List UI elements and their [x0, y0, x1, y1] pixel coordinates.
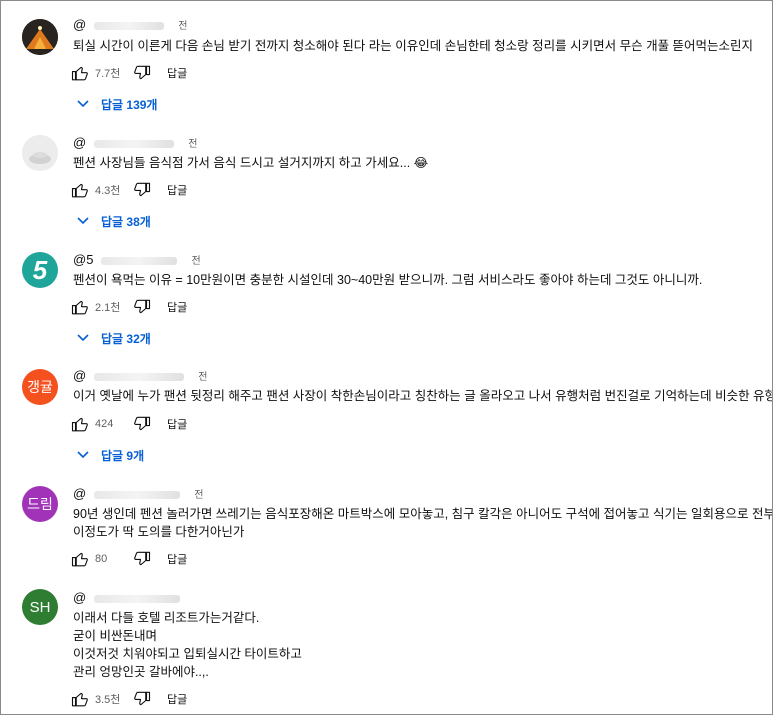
- thumbs-down-icon[interactable]: [133, 64, 151, 82]
- avatar-mountain-icon: [22, 19, 58, 55]
- comment-time: 전: [198, 372, 208, 383]
- avatar[interactable]: [22, 135, 58, 171]
- view-replies-button[interactable]: 답글 32개: [77, 328, 151, 348]
- avatar-initials: 5: [32, 254, 48, 285]
- thumbs-down-icon[interactable]: [133, 415, 151, 433]
- like-count: 80: [95, 553, 108, 565]
- avatar[interactable]: 5: [22, 252, 58, 288]
- replies-label: 답글 32개: [101, 331, 151, 346]
- comment-text: 펜션이 욕먹는 이유 = 10만원이면 충분한 시설인데 30~40만원 받으니…: [73, 273, 703, 287]
- comment-author[interactable]: @5 전: [73, 252, 201, 267]
- chevron-down-icon: [77, 451, 89, 459]
- like-count: 7.7천: [95, 68, 121, 80]
- redacted-handle: [94, 490, 181, 499]
- comment-text: 90년 생인데 펜션 놀러가면 쓰레기는 음식포장해온 마트박스에 모아놓고, …: [73, 507, 773, 539]
- like-count: 2.1천: [95, 302, 121, 314]
- comment-text: 펜션 사장님들 음식점 가서 음식 드시고 설거지까지 하고 가세요... 😂: [73, 156, 429, 170]
- replies-label: 답글 38개: [101, 214, 151, 229]
- view-replies-button[interactable]: 답글 9개: [77, 445, 144, 465]
- redacted-handle: [101, 256, 178, 265]
- reply-button[interactable]: 답글: [167, 416, 187, 432]
- comment-author[interactable]: @ 전: [73, 17, 187, 32]
- avatar-initials: 드림: [27, 496, 53, 512]
- thumbs-down-icon[interactable]: [133, 181, 151, 199]
- comment-time: 전: [188, 139, 198, 150]
- redacted-handle: [94, 21, 165, 30]
- avatar-initials: 갱귤: [27, 379, 53, 395]
- comment-text: 이래서 다들 호텔 리조트가는거같다. 굳이 비싼돈내며 이것저것 치워야되고 …: [73, 611, 302, 679]
- thumbs-up-icon[interactable]: [71, 181, 89, 199]
- replies-label: 답글 139개: [101, 97, 158, 112]
- chevron-down-icon: [77, 100, 89, 108]
- thumbs-up-icon[interactable]: [71, 415, 89, 433]
- avatar-initials: SH: [29, 598, 51, 616]
- reply-button[interactable]: 답글: [167, 299, 187, 315]
- thumbs-down-icon[interactable]: [133, 298, 151, 316]
- avatar[interactable]: SH: [22, 589, 58, 625]
- comment-author[interactable]: @ 전: [73, 135, 197, 150]
- comment-time: 전: [194, 490, 204, 501]
- reply-button[interactable]: 답글: [167, 551, 187, 567]
- replies-label: 답글 9개: [101, 448, 145, 463]
- avatar[interactable]: [22, 19, 58, 55]
- redacted-handle: [94, 139, 175, 148]
- like-count: 3.5천: [95, 694, 121, 706]
- comment-actions: 80 답글: [71, 549, 187, 569]
- avatar-cloud-icon: [22, 135, 58, 171]
- like-count: 424: [95, 418, 114, 430]
- comment-text: 퇴실 시간이 이른게 다음 손님 받기 전까지 청소해야 된다 라는 이유인데 …: [73, 39, 754, 53]
- chevron-down-icon: [77, 334, 89, 342]
- thumbs-up-icon[interactable]: [71, 550, 89, 568]
- comment-actions: 424 답글: [71, 414, 187, 434]
- like-count: 4.3천: [95, 185, 121, 197]
- comment-author[interactable]: @ 전: [73, 368, 207, 383]
- reply-button[interactable]: 답글: [167, 691, 187, 707]
- comment-actions: 7.7천 답글: [71, 63, 187, 83]
- avatar[interactable]: 드림: [22, 486, 58, 522]
- comment-author[interactable]: @ 전: [73, 486, 203, 501]
- comment-text: 이거 옛날에 누가 팬션 뒷정리 해주고 팬션 사장이 착한손님이라고 칭찬하는…: [73, 389, 773, 403]
- thumbs-down-icon[interactable]: [133, 690, 151, 708]
- view-replies-button[interactable]: 답글 139개: [77, 94, 157, 114]
- reply-button[interactable]: 답글: [167, 182, 187, 198]
- comment-time: 전: [191, 256, 201, 267]
- thumbs-up-icon[interactable]: [71, 298, 89, 316]
- view-replies-button[interactable]: 답글 38개: [77, 211, 151, 231]
- redacted-handle: [94, 372, 185, 381]
- thumbs-up-icon[interactable]: [71, 64, 89, 82]
- comment-actions: 4.3천 답글: [71, 180, 187, 200]
- comment-time: 전: [178, 21, 188, 32]
- comment-actions: 2.1천 답글: [71, 297, 187, 317]
- thumbs-up-icon[interactable]: [71, 690, 89, 708]
- comments-panel: @ 전 퇴실 시간이 이른게 다음 손님 받기 전까지 청소해야 된다 라는 이유…: [0, 0, 773, 715]
- comment-actions: 3.5천 답글: [71, 689, 187, 709]
- thumbs-down-icon[interactable]: [133, 550, 151, 568]
- redacted-handle: [94, 594, 181, 603]
- chevron-down-icon: [77, 217, 89, 225]
- reply-button[interactable]: 답글: [167, 65, 187, 81]
- avatar[interactable]: 갱귤: [22, 369, 58, 405]
- comment-author[interactable]: @: [73, 590, 194, 605]
